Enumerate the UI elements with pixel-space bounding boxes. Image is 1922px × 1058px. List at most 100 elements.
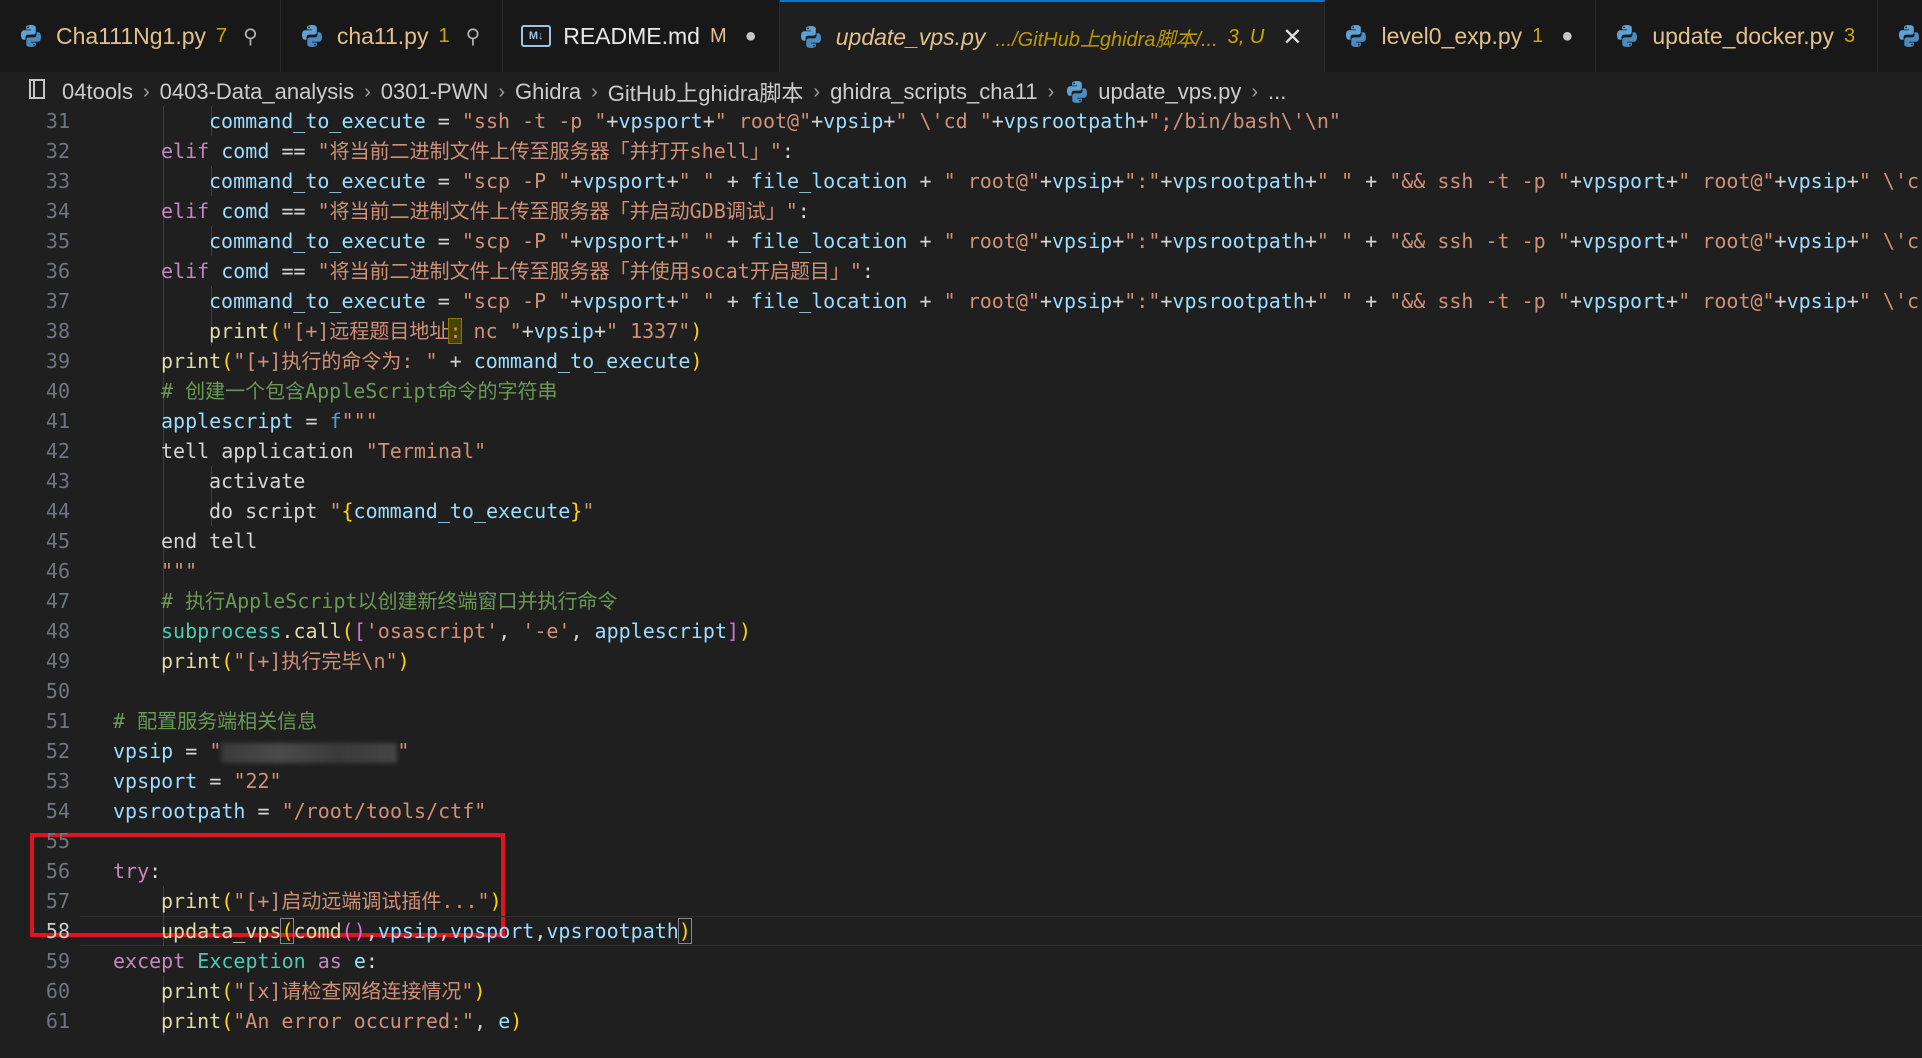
- chevron-right-icon: ›: [813, 80, 821, 103]
- line-number: 59: [45, 949, 70, 973]
- code-line[interactable]: 41 applescript = f""": [0, 406, 1922, 436]
- code-text: try:: [113, 859, 162, 883]
- code-line[interactable]: 61 print("An error occurred:", e): [0, 1006, 1922, 1036]
- code-line[interactable]: 37 command_to_execute = "scp -P "+vpsport…: [0, 286, 1922, 316]
- code-line[interactable]: 57 print("[+]启动远端调试插件..."): [0, 886, 1922, 916]
- breadcrumb-item[interactable]: ghidra_scripts_cha11: [830, 79, 1038, 105]
- breadcrumb-item[interactable]: 04tools: [62, 79, 133, 105]
- close-icon[interactable]: ✕: [1282, 23, 1302, 52]
- code-line[interactable]: 53 vpsport = "22": [0, 766, 1922, 796]
- unsaved-dot-icon[interactable]: ●: [745, 25, 757, 48]
- code-text: applescript = f""": [161, 409, 378, 433]
- chevron-right-icon: ›: [142, 80, 150, 103]
- chevron-right-icon: ›: [591, 80, 598, 103]
- code-editor[interactable]: 31 command_to_execute = "ssh -t -p "+vpsp…: [0, 106, 1922, 1058]
- code-text: command_to_execute = "ssh -t -p "+vpspor…: [209, 109, 1341, 133]
- code-line[interactable]: 50: [0, 676, 1922, 706]
- code-text: command_to_execute = "scp -P "+vpsport+"…: [209, 169, 1920, 193]
- code-line[interactable]: 60 print("[x]请检查网络连接情况"): [0, 976, 1922, 1006]
- line-number: 51: [45, 709, 70, 733]
- indent-guide: [163, 496, 164, 526]
- code-line[interactable]: 46 """: [0, 556, 1922, 586]
- code-line[interactable]: 59 except Exception as e:: [0, 946, 1922, 976]
- tab-label: update_docker.py: [1652, 22, 1834, 49]
- line-number: 36: [45, 259, 70, 283]
- redacted-ip: [221, 742, 398, 763]
- tab-label: README.md: [563, 22, 700, 49]
- code-line[interactable]: 54 vpsrootpath = "/root/tools/ctf": [0, 796, 1922, 826]
- line-number: 38: [45, 319, 70, 343]
- line-number: 32: [45, 139, 70, 163]
- line-number: 40: [45, 379, 70, 403]
- tab-level0-exp-py[interactable]: level0_exp.py 1 ●: [1325, 0, 1597, 72]
- code-line[interactable]: 51 # 配置服务端相关信息: [0, 706, 1922, 736]
- code-line[interactable]: 43 activate: [0, 466, 1922, 496]
- code-line[interactable]: 49 print("[+]执行完毕\n"): [0, 646, 1922, 676]
- python-icon: [18, 23, 44, 49]
- tab-cha111ng1-py[interactable]: Cha111Ng1.py 7 ⚲: [0, 0, 281, 72]
- line-number: 44: [45, 499, 70, 523]
- code-text: print("[+]执行的命令为: " + command_to_execute…: [161, 349, 703, 373]
- code-line[interactable]: 31 command_to_execute = "ssh -t -p "+vpsp…: [0, 106, 1922, 136]
- line-number: 53: [45, 769, 70, 793]
- tab-update-vps-py[interactable]: update_vps.py .../GitHub上ghidra脚本/... 3, U…: [779, 0, 1326, 72]
- breadcrumb-item[interactable]: Ghidra: [515, 79, 581, 105]
- code-text: elif comd == "将当前二进制文件上传至服务器「并使用socat开启题…: [161, 259, 874, 283]
- code-line[interactable]: 48 subprocess.call(['osascript', '-e', ap…: [0, 616, 1922, 646]
- indent-guide: [163, 226, 164, 256]
- tab-cha11-py[interactable]: cha11.py 1 ⚲: [280, 0, 504, 72]
- code-line[interactable]: 44 do script "{command_to_execute}": [0, 496, 1922, 526]
- code-text: """: [161, 559, 198, 583]
- tab-status-badge: 1: [1532, 24, 1544, 47]
- breadcrumb-item[interactable]: ...: [1268, 79, 1286, 105]
- code-line[interactable]: 36 elif comd == "将当前二进制文件上传至服务器「并使用socat开…: [0, 256, 1922, 286]
- code-line[interactable]: 38 print("[+]远程题目地址: nc "+vpsip+" 1337"): [0, 316, 1922, 346]
- code-text: print("[+]执行完毕\n"): [161, 649, 410, 673]
- breadcrumb-item[interactable]: update_vps.py: [1098, 79, 1241, 105]
- line-number: 57: [45, 889, 70, 913]
- indent-guide: [163, 316, 164, 346]
- pin-icon[interactable]: ⚲: [243, 24, 258, 49]
- code-line[interactable]: 40 # 创建一个包含AppleScript命令的字符串: [0, 376, 1922, 406]
- tab-update-docker-py[interactable]: update_docker.py 3: [1596, 0, 1879, 72]
- code-text: vpsrootpath = "/root/tools/ctf": [113, 799, 487, 823]
- line-number: 43: [45, 469, 70, 493]
- chevron-right-icon: ›: [498, 80, 506, 103]
- line-number: 34: [45, 199, 70, 223]
- code-line[interactable]: 58 updata_vps(comd(),vpsip,vpsport,vpsroo…: [0, 916, 1922, 946]
- breadcrumb-item[interactable]: 0301-PWN: [381, 79, 489, 105]
- code-line[interactable]: 47 # 执行AppleScript以创建新终端窗口并执行命令: [0, 586, 1922, 616]
- code-line[interactable]: 34 elif comd == "将当前二进制文件上传至服务器「并启动GDB调试」…: [0, 196, 1922, 226]
- code-line[interactable]: 32 elif comd == "将当前二进制文件上传至服务器「并打开shell」…: [0, 136, 1922, 166]
- breadcrumb-item[interactable]: 0403-Data_analysis: [160, 79, 354, 105]
- code-line[interactable]: 45 end tell: [0, 526, 1922, 556]
- code-line[interactable]: 52 vpsip = " ": [0, 736, 1922, 766]
- code-line[interactable]: 35 command_to_execute = "scp -P "+vpsport…: [0, 226, 1922, 256]
- python-icon: [1064, 79, 1090, 105]
- line-number: 52: [45, 739, 70, 763]
- line-number: 50: [45, 679, 70, 703]
- line-number: 37: [45, 289, 70, 313]
- code-line[interactable]: 55: [0, 826, 1922, 856]
- code-line[interactable]: 56 try:: [0, 856, 1922, 886]
- code-text: # 执行AppleScript以创建新终端窗口并执行命令: [161, 589, 618, 613]
- pin-icon[interactable]: ⚲: [466, 24, 481, 49]
- unsaved-dot-icon[interactable]: ●: [1561, 25, 1573, 48]
- breadcrumb-item[interactable]: GitHub上ghidra脚本: [608, 76, 804, 108]
- tab-update[interactable]: update: [1878, 0, 1922, 72]
- code-text: print("[x]请检查网络连接情况"): [161, 979, 486, 1003]
- code-line[interactable]: 39 print("[+]执行的命令为: " + command_to_execu…: [0, 346, 1922, 376]
- code-text: # 创建一个包含AppleScript命令的字符串: [161, 379, 558, 403]
- line-number: 42: [45, 439, 70, 463]
- line-number: 49: [45, 649, 70, 673]
- line-number: 58: [45, 919, 70, 943]
- indent-guide: [163, 166, 164, 196]
- chevron-right-icon: ›: [1251, 80, 1259, 103]
- tab-readme-md[interactable]: M↓ README.md M ●: [503, 0, 780, 72]
- python-icon: [1896, 23, 1922, 49]
- tab-path: .../GitHub上ghidra脚本/...: [995, 28, 1218, 51]
- code-line[interactable]: 33 command_to_execute = "scp -P "+vpsport…: [0, 166, 1922, 196]
- code-line[interactable]: 42 tell application "Terminal": [0, 436, 1922, 466]
- line-number: 31: [45, 109, 70, 133]
- line-number: 48: [45, 619, 70, 643]
